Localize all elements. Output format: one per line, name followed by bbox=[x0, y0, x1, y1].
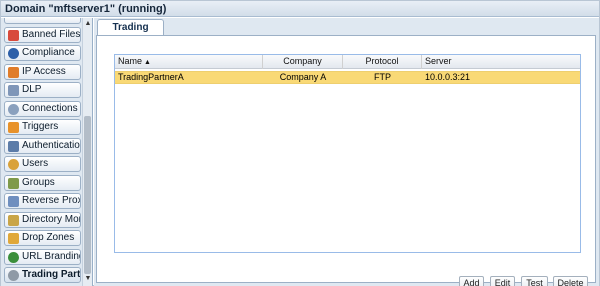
scroll-down-arrow-icon[interactable]: ▼ bbox=[83, 274, 92, 284]
dlp-icon bbox=[8, 85, 19, 96]
scroll-up-arrow-icon[interactable]: ▲ bbox=[83, 19, 92, 29]
sidebar-item-banned-files[interactable]: Banned Files bbox=[4, 27, 81, 43]
column-header-protocol[interactable]: Protocol bbox=[343, 55, 422, 69]
connections-icon bbox=[8, 104, 19, 115]
cell-company: Company A bbox=[279, 72, 327, 82]
cell-protocol: FTP bbox=[374, 72, 391, 82]
directory-monitors-icon bbox=[8, 215, 19, 226]
sidebar-item-partial[interactable] bbox=[4, 18, 81, 24]
column-header-company[interactable]: Company bbox=[263, 55, 343, 69]
main-content: Trading Partners Name▲ Company Protocol … bbox=[94, 18, 599, 286]
drop-zones-icon bbox=[8, 233, 19, 244]
sidebar-item-label: Compliance bbox=[22, 47, 75, 58]
sidebar-item-label: DLP bbox=[22, 84, 42, 95]
sidebar-item-dlp[interactable]: DLP bbox=[4, 82, 81, 98]
sidebar-item-label: Authentication bbox=[22, 140, 81, 151]
sidebar-item-url-branding[interactable]: URL Branding bbox=[4, 249, 81, 265]
sidebar-scrollbar[interactable]: ▲ ▼ bbox=[82, 18, 92, 286]
sidebar-item-compliance[interactable]: Compliance bbox=[4, 45, 81, 61]
users-icon bbox=[8, 159, 19, 170]
reverse-proxies-icon bbox=[8, 196, 19, 207]
sidebar-item-connections[interactable]: Connections bbox=[4, 101, 81, 117]
banned-files-icon bbox=[8, 30, 19, 41]
tab-panel: Name ▲ Company Protocol Server TradingPar… bbox=[96, 35, 596, 286]
edit-button[interactable]: Edit bbox=[490, 276, 515, 286]
delete-button[interactable]: Delete bbox=[553, 276, 588, 286]
sidebar-scroll-thumb[interactable] bbox=[84, 116, 91, 274]
sidebar-item-directory-monitors[interactable]: Directory Monitors bbox=[4, 212, 81, 228]
trading-partners-grid: Name ▲ Company Protocol Server TradingPar… bbox=[114, 54, 581, 253]
add-button[interactable]: Add bbox=[459, 276, 484, 286]
sort-ascending-icon: ▲ bbox=[144, 59, 151, 66]
compliance-icon bbox=[8, 48, 19, 59]
sidebar-item-label: Drop Zones bbox=[22, 232, 75, 243]
sidebar-item-ip-access[interactable]: IP Access bbox=[4, 64, 81, 80]
sidebar: Banned Files Compliance IP Access DLP Co… bbox=[1, 18, 93, 286]
sidebar-item-label: Banned Files bbox=[22, 29, 81, 40]
column-header-server[interactable]: Server bbox=[422, 55, 580, 69]
sidebar-item-drop-zones[interactable]: Drop Zones bbox=[4, 230, 81, 246]
triggers-icon bbox=[8, 122, 19, 133]
sidebar-item-trading-partners[interactable]: Trading Partners bbox=[4, 267, 81, 283]
sidebar-item-label: Triggers bbox=[22, 121, 59, 132]
sidebar-item-label: Directory Monitors bbox=[22, 214, 80, 225]
grid-header: Name ▲ Company Protocol Server bbox=[115, 55, 580, 69]
sidebar-item-label: URL Branding bbox=[22, 251, 81, 262]
column-header-name[interactable]: Name ▲ bbox=[115, 55, 263, 69]
table-row[interactable]: TradingPartnerA Company A FTP 10.0.0.3:2… bbox=[115, 71, 580, 84]
sidebar-item-label: IP Access bbox=[22, 66, 66, 77]
authentication-icon bbox=[8, 141, 19, 152]
url-branding-icon bbox=[8, 252, 19, 263]
sidebar-item-label: Reverse Proxies bbox=[22, 195, 80, 206]
test-button[interactable]: Test bbox=[521, 276, 548, 286]
sidebar-item-label: Users bbox=[22, 158, 49, 169]
app-window: Domain "mftserver1" (running) Banned Fil… bbox=[0, 0, 600, 286]
trading-partners-icon bbox=[8, 270, 19, 281]
cell-server: 10.0.0.3:21 bbox=[425, 72, 471, 82]
sidebar-item-reverse-proxies[interactable]: Reverse Proxies bbox=[4, 193, 81, 209]
sidebar-item-groups[interactable]: Groups bbox=[4, 175, 81, 191]
window-title: Domain "mftserver1" (running) bbox=[1, 1, 599, 17]
sidebar-item-triggers[interactable]: Triggers bbox=[4, 119, 81, 135]
sidebar-item-authentication[interactable]: Authentication bbox=[4, 138, 81, 154]
sidebar-item-users[interactable]: Users bbox=[4, 156, 81, 172]
sidebar-item-label: Connections bbox=[22, 103, 78, 114]
tab-trading-partners[interactable]: Trading Partners bbox=[97, 19, 164, 48]
groups-icon bbox=[8, 178, 19, 189]
ip-access-icon bbox=[8, 67, 19, 78]
cell-name: TradingPartnerA bbox=[118, 72, 184, 82]
sidebar-item-label: Groups bbox=[22, 177, 55, 188]
sidebar-item-label: Trading Partners bbox=[22, 269, 81, 280]
